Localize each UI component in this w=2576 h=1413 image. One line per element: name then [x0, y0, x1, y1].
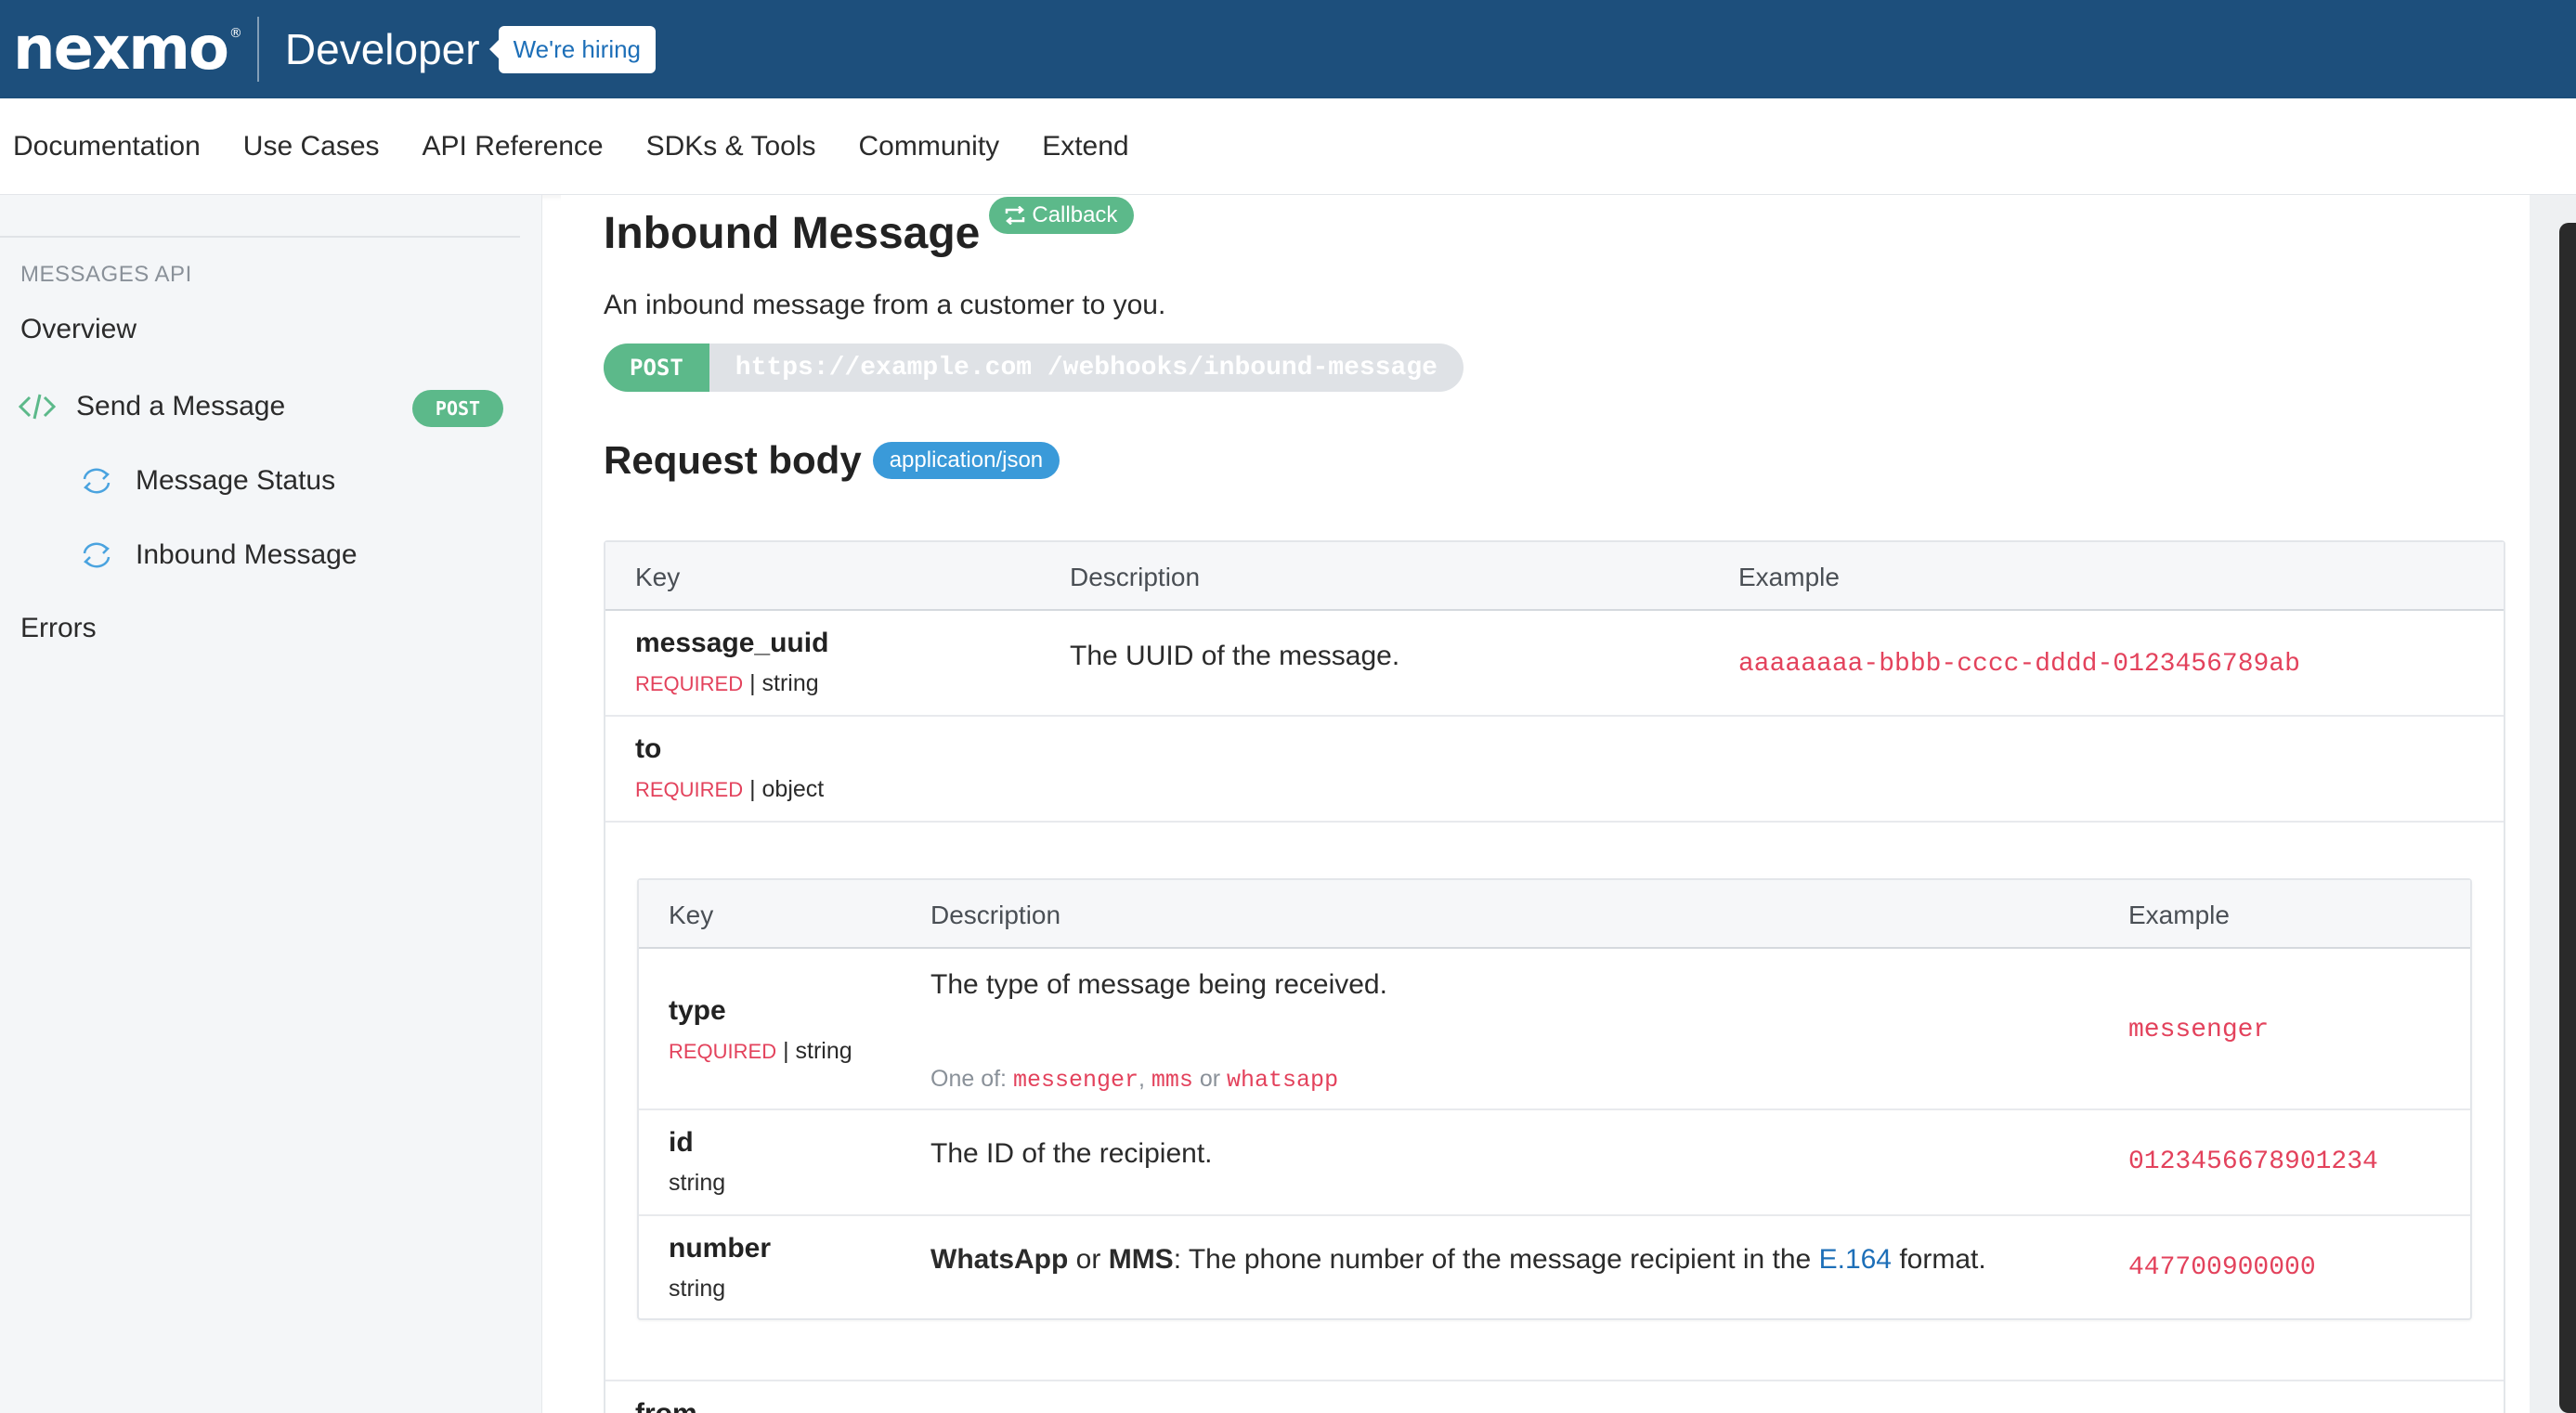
table-row: message_uuid REQUIRED | string The UUID …	[605, 611, 2504, 717]
table-row: type REQUIRED | string The type of messa…	[639, 949, 2470, 1110]
table-row: to REQUIRED | object	[605, 717, 2504, 823]
param-type: string	[669, 1276, 726, 1302]
nested-object-table: Key Description Example type REQUIRED | …	[637, 878, 2472, 1320]
callback-label: Callback	[1032, 202, 1118, 227]
nav-community[interactable]: Community	[858, 131, 999, 162]
nav-documentation[interactable]: Documentation	[13, 131, 201, 162]
nav-sdks-tools[interactable]: SDKs & Tools	[646, 131, 816, 162]
nav-use-cases[interactable]: Use Cases	[243, 131, 380, 162]
param-key: to	[635, 733, 662, 764]
page-description: An inbound message from a customer to yo…	[604, 290, 1166, 320]
sidebar-item-label: Errors	[20, 613, 97, 643]
top-bar: nexmo ® Developer We're hiring	[0, 0, 2576, 98]
http-method: POST	[604, 344, 709, 392]
required-label: REQUIRED	[635, 778, 744, 801]
sidebar-section-title: MESSAGES API	[20, 262, 192, 287]
nav-extend[interactable]: Extend	[1042, 131, 1128, 162]
request-body-title: Request body	[604, 438, 862, 482]
post-badge: POST	[412, 390, 503, 427]
allowed-value: messenger	[1012, 1067, 1138, 1094]
header-key: Key	[635, 563, 681, 591]
main-content: Inbound Message Callback An inbound mess…	[561, 195, 2530, 1413]
content-type-badge: application/json	[872, 442, 1060, 479]
param-key: id	[669, 1127, 694, 1158]
sidebar-item-errors[interactable]: Errors	[20, 613, 97, 644]
logo-text: nexmo	[13, 15, 229, 84]
sidebar-item-label: Overview	[20, 314, 137, 344]
param-description: The UUID of the message.	[1070, 641, 1400, 671]
code-icon	[19, 388, 56, 425]
param-description: The ID of the recipient.	[930, 1138, 1213, 1169]
param-type: | string	[783, 1038, 852, 1064]
header-key: Key	[669, 901, 714, 929]
allowed-values: One of: messenger, mms or whatsapp	[930, 1066, 1338, 1094]
desc-text: or	[1075, 1244, 1101, 1275]
param-meta: REQUIRED | string	[635, 670, 819, 697]
param-description: WhatsApp or MMS: The phone number of the…	[930, 1244, 1986, 1276]
sidebar-item-send-a-message[interactable]: Send a Message	[19, 388, 285, 425]
registered-mark: ®	[228, 26, 242, 41]
sidebar-item-inbound-message[interactable]: Inbound Message	[78, 537, 358, 574]
e164-link[interactable]: E.164	[1819, 1244, 1892, 1275]
allowed-value: mms	[1151, 1067, 1193, 1094]
header-divider	[256, 17, 259, 82]
param-key: number	[669, 1233, 772, 1264]
param-example: 447700900000	[2128, 1253, 2316, 1282]
param-example: aaaaaaaa-bbbb-cccc-dddd-0123456789ab	[1738, 650, 2300, 679]
desc-text: format.	[1899, 1244, 1986, 1275]
table-header: Key Description Example	[605, 542, 2504, 611]
callback-icon	[78, 537, 115, 574]
separator: or	[1199, 1066, 1221, 1092]
param-example: messenger	[2128, 1016, 2270, 1044]
header-example: Example	[2128, 901, 2230, 929]
hiring-badge[interactable]: We're hiring	[488, 25, 657, 73]
desc-text: : The phone number of the message recipi…	[1173, 1244, 1812, 1275]
param-type: | object	[749, 776, 825, 802]
header-example: Example	[1738, 563, 1840, 591]
sidebar-item-label: Message Status	[136, 465, 336, 496]
sidebar-item-overview[interactable]: Overview	[20, 314, 137, 345]
callback-icon	[1006, 206, 1025, 225]
request-body-table: Key Description Example message_uuid REQ…	[604, 540, 2505, 1413]
table-row: id string The ID of the recipient. 01234…	[639, 1110, 2470, 1216]
header-description: Description	[1070, 563, 1201, 591]
sidebar: MESSAGES API Overview Send a Message POS…	[0, 195, 542, 1413]
table-row: from	[605, 1380, 2504, 1413]
param-example: 0123456678901234	[2128, 1147, 2378, 1176]
param-meta: REQUIRED | object	[635, 776, 824, 803]
param-type: string	[669, 1170, 726, 1196]
nexmo-logo[interactable]: nexmo ®	[13, 15, 242, 84]
table-row: number string WhatsApp or MMS: The phone…	[639, 1216, 2470, 1320]
endpoint-url: https://example.com /webhooks/inbound-me…	[735, 353, 1438, 382]
title-row: Inbound Message Callback	[604, 197, 1135, 259]
header-description: Description	[930, 901, 1061, 929]
desc-bold: MMS	[1108, 1244, 1174, 1275]
table-header: Key Description Example	[639, 880, 2470, 949]
param-key: message_uuid	[635, 628, 829, 658]
sidebar-item-message-status[interactable]: Message Status	[78, 462, 335, 499]
sidebar-item-label: Inbound Message	[136, 539, 358, 570]
param-type: | string	[749, 670, 819, 696]
required-label: REQUIRED	[635, 672, 744, 695]
endpoint-bar: POST https://example.com /webhooks/inbou…	[604, 344, 1464, 392]
main-nav: Documentation Use Cases API Reference SD…	[0, 98, 2576, 195]
desc-bold: WhatsApp	[930, 1244, 1069, 1275]
scrollbar-thumb[interactable]	[2559, 223, 2576, 1413]
param-description: The type of message being received.	[930, 969, 1387, 1000]
param-key: type	[669, 995, 726, 1026]
allowed-value: whatsapp	[1227, 1067, 1339, 1094]
sidebar-item-label: Send a Message	[76, 391, 286, 421]
one-of-label: One of:	[930, 1066, 1007, 1092]
request-body-header: Request body application/json	[604, 438, 1060, 483]
sidebar-divider	[0, 236, 520, 238]
required-label: REQUIRED	[669, 1040, 777, 1063]
callback-icon	[78, 462, 115, 499]
page-title: Inbound Message	[604, 209, 981, 258]
callback-badge: Callback	[989, 197, 1135, 234]
param-meta: REQUIRED | string	[669, 1038, 852, 1065]
developer-title[interactable]: Developer	[285, 24, 480, 74]
nav-api-reference[interactable]: API Reference	[423, 131, 604, 162]
param-key: from	[635, 1398, 697, 1413]
separator: ,	[1138, 1066, 1145, 1092]
